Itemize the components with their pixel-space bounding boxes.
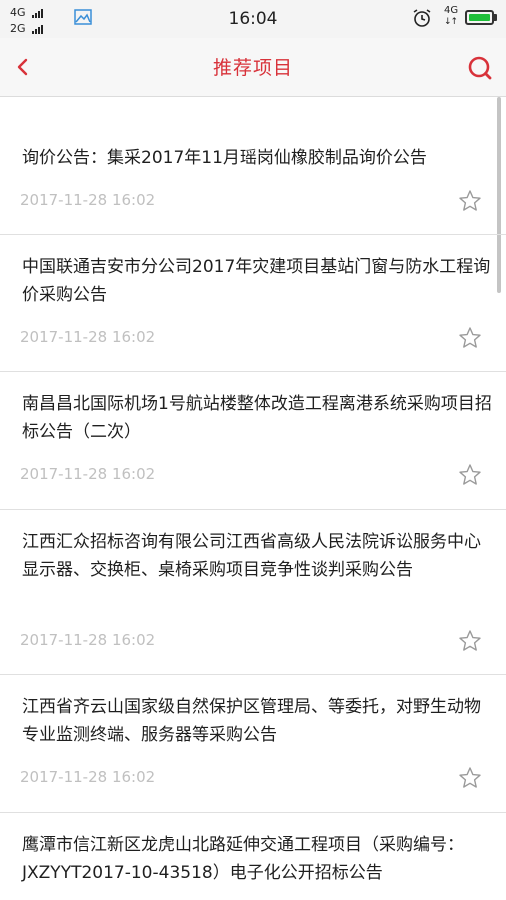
item-title: 南昌昌北国际机场1号航站楼整体改造工程离港系统采购项目招标公告（二次）: [22, 394, 492, 442]
list-item[interactable]: 南昌昌北国际机场1号航站楼整体改造工程离港系统采购项目招标公告（二次） 2017…: [0, 372, 506, 510]
alarm-icon: [413, 9, 431, 27]
network-label: 4G: [444, 5, 459, 16]
list-item[interactable]: 江西省齐云山国家级自然保护区管理局、等委托，对野生动物专业监测终端、服务器等采购…: [0, 675, 506, 813]
star-icon[interactable]: [458, 189, 482, 213]
item-date: 2017-11-28 16:02: [20, 191, 156, 209]
network-indicator: 4G ↓↑: [444, 5, 459, 28]
item-date: 2017-11-28 16:02: [20, 465, 156, 483]
list-item[interactable]: 鹰潭市信江新区龙虎山北路延伸交通工程项目（采购编号：JXZYYT2017-10-…: [0, 813, 506, 900]
item-date: 2017-11-28 16:02: [20, 768, 156, 786]
list-item[interactable]: 江西汇众招标咨询有限公司江西省高级人民法院诉讼服务中心显示器、交换柜、桌椅采购项…: [0, 510, 506, 675]
star-icon[interactable]: [458, 766, 482, 790]
item-title: 中国联通吉安市分公司2017年灾建项目基站门窗与防水工程询价采购公告: [22, 257, 491, 305]
status-bar: 4G 2G 16:04 4G ↓↑: [0, 0, 506, 38]
project-list[interactable]: 询价公告：集采2017年11月瑶岗仙橡胶制品询价公告 2017-11-28 16…: [0, 97, 506, 900]
item-title: 江西汇众招标咨询有限公司江西省高级人民法院诉讼服务中心显示器、交换柜、桌椅采购项…: [22, 532, 481, 580]
star-icon[interactable]: [458, 629, 482, 653]
list-item[interactable]: 中国联通吉安市分公司2017年灾建项目基站门窗与防水工程询价采购公告 2017-…: [0, 235, 506, 372]
app-header: 推荐项目: [0, 38, 506, 97]
item-date: 2017-11-28 16:02: [20, 631, 156, 649]
star-icon[interactable]: [458, 463, 482, 487]
search-icon[interactable]: [462, 50, 498, 86]
item-title: 江西省齐云山国家级自然保护区管理局、等委托，对野生动物专业监测终端、服务器等采购…: [22, 697, 481, 745]
network-arrows: ↓↑: [444, 17, 458, 27]
page-title: 推荐项目: [212, 57, 293, 79]
item-date: 2017-11-28 16:02: [20, 328, 156, 346]
star-icon[interactable]: [458, 326, 482, 350]
list-item[interactable]: 询价公告：集采2017年11月瑶岗仙橡胶制品询价公告 2017-11-28 16…: [0, 97, 506, 235]
battery-tip: [494, 14, 497, 21]
item-title: 询价公告：集采2017年11月瑶岗仙橡胶制品询价公告: [22, 148, 427, 168]
battery-icon: [465, 10, 494, 25]
item-title: 鹰潭市信江新区龙虎山北路延伸交通工程项目（采购编号：JXZYYT2017-10-…: [22, 835, 464, 883]
